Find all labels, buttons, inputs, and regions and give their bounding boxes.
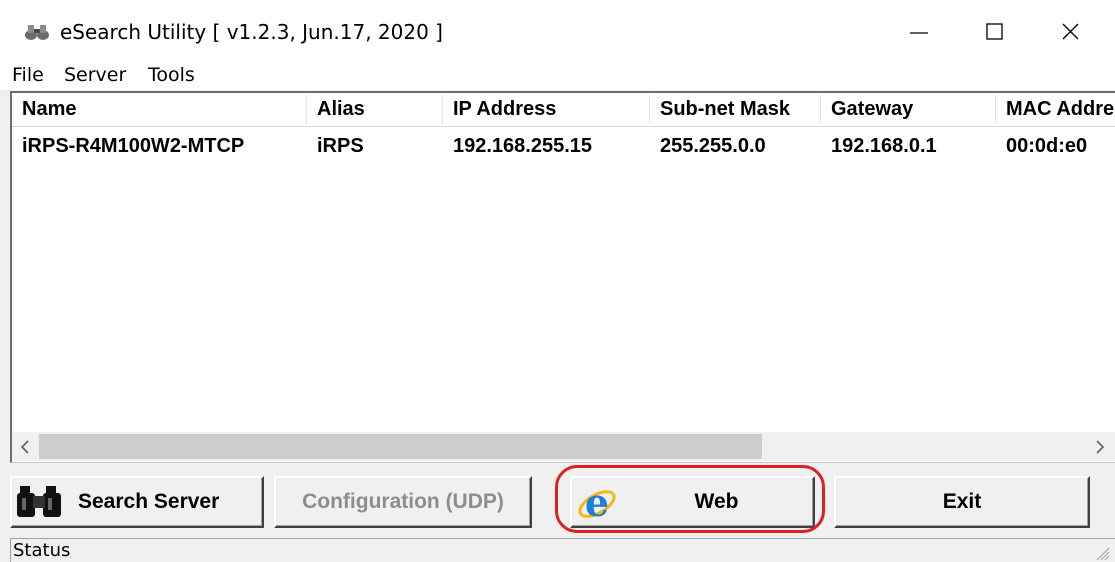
exit-button[interactable]: Exit xyxy=(834,476,1090,528)
menu-file[interactable]: File xyxy=(12,64,44,86)
binoculars-icon xyxy=(17,486,61,517)
search-server-button[interactable]: Search Server xyxy=(10,476,264,528)
column-header-alias[interactable]: Alias xyxy=(307,93,443,126)
configuration-udp-button[interactable]: Configuration (UDP) xyxy=(274,476,532,528)
web-button-highlight xyxy=(555,465,825,533)
scroll-thumb[interactable] xyxy=(39,434,762,459)
exit-label: Exit xyxy=(942,490,982,513)
cell-subnet-mask: 255.255.0.0 xyxy=(660,135,766,157)
status-bar: Status xyxy=(0,538,1115,562)
cell-name: iRPS-R4M100W2-MTCP xyxy=(22,135,245,157)
menu-server[interactable]: Server xyxy=(64,64,126,86)
cell-ip-address: 192.168.255.15 xyxy=(453,135,593,157)
list-header: Name Alias IP Address Sub-net Mask Gatew… xyxy=(12,93,1115,127)
window-title: eSearch Utility [ v1.2.3, Jun.17, 2020 ] xyxy=(60,20,443,44)
menu-bar: File Server Tools xyxy=(0,64,1115,90)
column-header-gateway[interactable]: Gateway xyxy=(821,93,996,126)
resize-grip-icon[interactable] xyxy=(1092,544,1110,560)
menu-tools[interactable]: Tools xyxy=(148,64,195,86)
scroll-right-button[interactable] xyxy=(1087,432,1113,461)
chevron-left-icon xyxy=(20,440,29,454)
title-bar[interactable]: eSearch Utility [ v1.2.3, Jun.17, 2020 ] xyxy=(0,0,1115,64)
horizontal-scrollbar[interactable] xyxy=(12,432,1115,461)
minimize-button[interactable] xyxy=(891,8,947,56)
cell-gateway: 192.168.0.1 xyxy=(831,135,937,157)
column-header-ip-address[interactable]: IP Address xyxy=(443,93,650,126)
close-icon xyxy=(1062,23,1079,40)
minimize-icon xyxy=(910,32,928,34)
maximize-icon xyxy=(986,23,1003,40)
column-header-subnet-mask[interactable]: Sub-net Mask xyxy=(650,93,821,126)
cell-alias: iRPS xyxy=(317,135,364,157)
status-text: Status xyxy=(13,540,71,561)
binoculars-icon xyxy=(25,25,49,40)
chevron-right-icon xyxy=(1096,440,1105,454)
status-panel: Status xyxy=(10,538,1115,562)
server-list[interactable]: Name Alias IP Address Sub-net Mask Gatew… xyxy=(10,91,1115,463)
scroll-left-button[interactable] xyxy=(12,432,38,461)
cell-mac-address: 00:0d:e0 xyxy=(1006,135,1088,157)
table-row[interactable]: iRPS-R4M100W2-MTCP iRPS 192.168.255.15 2… xyxy=(12,129,1115,163)
search-server-label: Search Server xyxy=(78,490,220,513)
maximize-button[interactable] xyxy=(967,8,1023,56)
column-header-mac-address[interactable]: MAC Address xyxy=(996,93,1115,126)
esearch-window: eSearch Utility [ v1.2.3, Jun.17, 2020 ]… xyxy=(0,0,1115,562)
column-header-name[interactable]: Name xyxy=(12,93,307,126)
configuration-udp-label: Configuration (UDP) xyxy=(302,490,504,513)
close-button[interactable] xyxy=(1043,8,1099,56)
